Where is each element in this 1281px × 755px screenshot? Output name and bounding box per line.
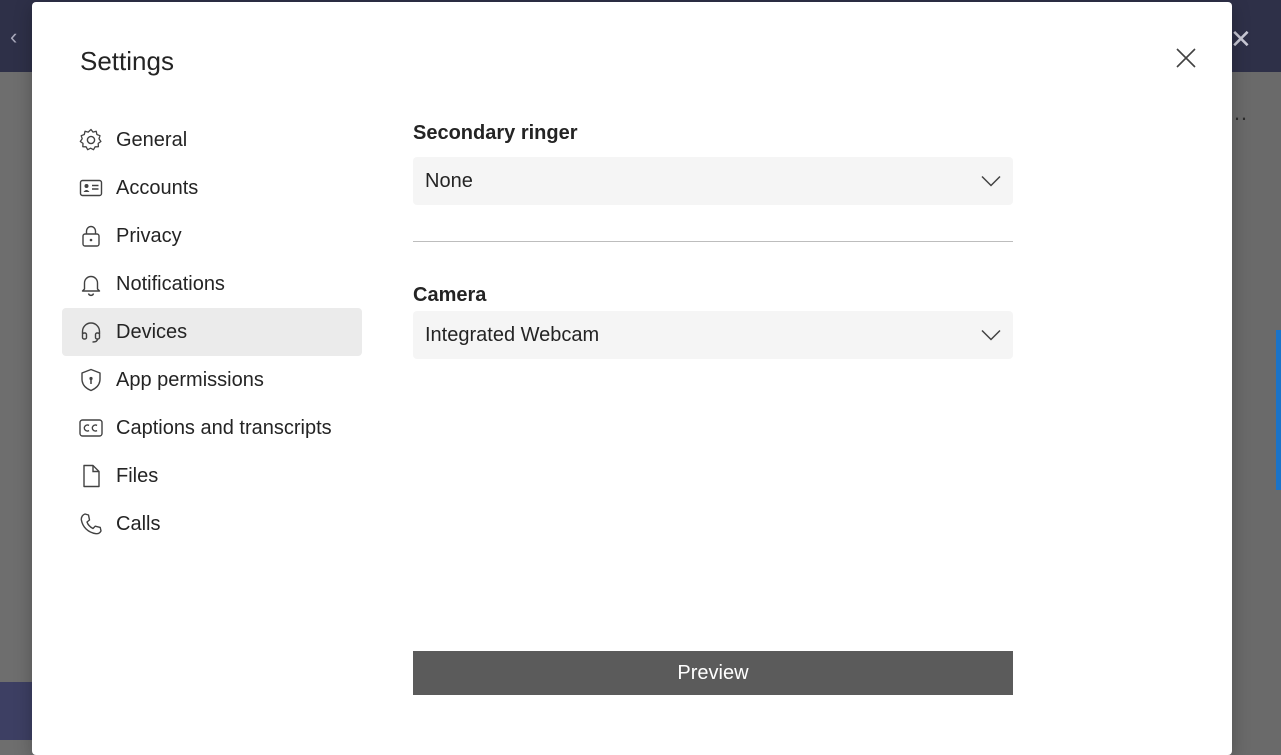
nav-item-general[interactable]: General: [62, 116, 362, 164]
nav-item-devices[interactable]: Devices: [62, 308, 362, 356]
section-divider: [413, 241, 1013, 242]
bell-icon: [78, 271, 104, 297]
headset-icon: [78, 319, 104, 345]
secondary-ringer-value: None: [425, 169, 473, 192]
background-rail-button: [0, 682, 32, 740]
secondary-ringer-dropdown[interactable]: None: [413, 157, 1013, 205]
background-accent-strip: [1276, 330, 1281, 490]
devices-panel: Secondary ringer None Camera Integrated …: [413, 122, 1013, 359]
file-icon: [78, 463, 104, 489]
background-app-rail: [0, 72, 32, 755]
camera-value: Integrated Webcam: [425, 323, 600, 346]
nav-item-label: Accounts: [116, 176, 199, 199]
gear-icon: [78, 127, 104, 153]
nav-item-calls[interactable]: Calls: [62, 500, 362, 548]
nav-item-privacy[interactable]: Privacy: [62, 212, 362, 260]
id-card-icon: [78, 175, 104, 201]
settings-nav: General Accounts Privacy Notifications D…: [62, 116, 362, 548]
chevron-down-icon: [981, 329, 1001, 341]
nav-item-label: Notifications: [116, 272, 225, 295]
close-button[interactable]: [1170, 42, 1202, 74]
shield-icon: [78, 367, 104, 393]
nav-item-label: General: [116, 128, 188, 151]
nav-item-label: Devices: [116, 320, 188, 343]
close-icon: [1176, 48, 1196, 68]
preview-button[interactable]: Preview: [413, 651, 1013, 695]
secondary-ringer-label: Secondary ringer: [413, 122, 578, 144]
lock-icon: [78, 223, 104, 249]
nav-item-label: Calls: [116, 512, 161, 535]
nav-item-label: Captions and transcripts: [116, 416, 332, 439]
nav-item-label: Privacy: [116, 224, 182, 247]
nav-item-files[interactable]: Files: [62, 452, 362, 500]
nav-item-notifications[interactable]: Notifications: [62, 260, 362, 308]
nav-item-app-permissions[interactable]: App permissions: [62, 356, 362, 404]
nav-item-accounts[interactable]: Accounts: [62, 164, 362, 212]
back-arrow-icon: ‹: [10, 24, 18, 49]
background-close-icon: ✕: [1230, 24, 1252, 54]
camera-section: Camera Integrated Webcam: [413, 284, 1013, 359]
nav-item-captions-and-transcripts[interactable]: Captions and transcripts: [62, 404, 362, 452]
camera-label: Camera: [413, 284, 487, 306]
nav-item-label: Files: [116, 464, 159, 487]
nav-item-label: App permissions: [116, 368, 264, 391]
chevron-down-icon: [981, 175, 1001, 187]
phone-icon: [78, 511, 104, 537]
dialog-title: Settings: [80, 46, 174, 76]
closed-captions-icon: [78, 415, 104, 441]
settings-dialog: Settings General Accounts Privacy Notifi…: [32, 2, 1232, 755]
camera-dropdown[interactable]: Integrated Webcam: [413, 311, 1013, 359]
background-right-pane: [1232, 72, 1281, 755]
